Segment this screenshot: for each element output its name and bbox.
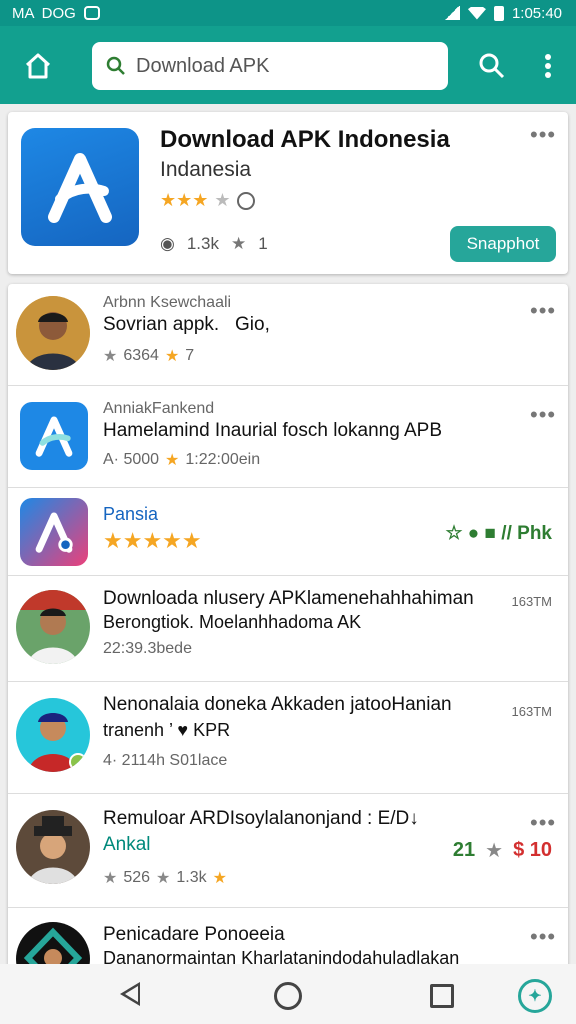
featured-meta: ◉ 1.3k ★ 1: [160, 234, 268, 254]
avatar: [16, 296, 90, 370]
list-item[interactable]: Pansia ★★★★★ ☆ ● ■ // Phk: [8, 488, 568, 576]
home-button[interactable]: [18, 46, 58, 86]
avatar: [16, 698, 90, 772]
star-icon: ★: [485, 840, 504, 862]
app-logo-icon[interactable]: ✦: [518, 979, 552, 1013]
row-meta-a: 6364: [123, 347, 159, 364]
person-avatar-icon: [16, 590, 90, 664]
row-meta: ★ 526 ★ 1.3k ★: [103, 868, 227, 888]
battery-icon: [493, 5, 504, 21]
person-avatar-icon: [16, 698, 90, 772]
status-time: 1:05:40: [511, 4, 562, 22]
row-meta: 22:39.3bede: [103, 640, 192, 657]
apk-logo-icon: [35, 416, 73, 457]
app-icon: [20, 498, 88, 566]
recents-icon[interactable]: [430, 984, 454, 1008]
row-title: Nenonalaia doneka Akkaden jatooHanian: [103, 694, 452, 715]
row-author: Pansia: [103, 504, 159, 524]
globe-icon: [236, 191, 255, 210]
status-time-left: MA DOG: [12, 4, 76, 22]
star-icon: ★: [156, 870, 171, 887]
row-subtitle: Ankal: [103, 834, 151, 855]
more-options-button[interactable]: [534, 48, 562, 84]
row-title: Remuloar ARDIsoylalanonjand : E/D↓: [103, 808, 419, 829]
list-item[interactable]: Remuloar ARDIsoylalanonjand : E/D↓ Ankal…: [8, 794, 568, 908]
rating-empty: ★: [214, 190, 231, 210]
app-icon: [20, 402, 88, 470]
star-icon: ★: [212, 870, 227, 887]
row-meta-b: 1.3k: [176, 869, 207, 886]
home-icon: [25, 53, 51, 79]
person-avatar-icon: [16, 810, 90, 884]
snapshot-button[interactable]: Snapphot: [450, 226, 556, 262]
row-meta-a: 526: [123, 869, 151, 886]
row-meta-b: 1:22:00ein: [185, 451, 261, 468]
card-menu-icon[interactable]: •••: [530, 124, 556, 146]
search-icon: [106, 56, 125, 75]
row-meta: A· 5000 ★ 1:22:00ein: [103, 450, 260, 470]
row-title: Sovrian appk. Gio,: [103, 314, 270, 335]
rating-stars: ★★★★★: [103, 528, 202, 553]
row-menu-icon[interactable]: •••: [530, 300, 556, 322]
row-title: Penicadare Ponoeeia: [103, 924, 285, 945]
star-icon: ★: [164, 348, 180, 365]
app-icon: [21, 128, 139, 246]
home-nav-icon[interactable]: [274, 982, 302, 1010]
row-badges: ☆ ● ■ // Phk: [445, 523, 552, 544]
search-input[interactable]: [136, 54, 416, 78]
row-author: Arbnn Ksewchaali: [103, 294, 232, 311]
views-count: 1.3k: [186, 234, 219, 253]
featured-app-card[interactable]: Download APK Indonesia Indanesia ★★★ ★ ◉ …: [8, 112, 568, 274]
list-item[interactable]: AnniakFankend Hamelamind Inaurial fosch …: [8, 386, 568, 488]
app-list: Arbnn Ksewchaali Sovrian appk. Gio, ★ 63…: [8, 284, 568, 984]
apk-logo-icon: [35, 512, 73, 553]
row-title: Hamelamind Inaurial fosch lokanng APB: [103, 420, 443, 441]
row-meta-a: A· 5000: [103, 451, 160, 468]
row-author: AnniakFankend: [103, 400, 215, 417]
row-menu-icon[interactable]: •••: [530, 404, 556, 426]
more-vert-icon: [545, 54, 551, 78]
rating-filled: ★★★: [160, 190, 209, 210]
row-subtitle-text: Berongtiok. Moelanhhadoma AK: [103, 612, 362, 632]
search-box[interactable]: [92, 42, 448, 90]
avatar: [16, 590, 90, 664]
person-avatar-icon: [16, 296, 90, 370]
wifi-icon: [467, 6, 486, 20]
signal-icon: [443, 6, 460, 20]
back-icon[interactable]: [120, 982, 140, 1006]
row-menu-icon[interactable]: •••: [530, 926, 556, 948]
featured-title: Download APK Indonesia: [160, 126, 450, 153]
star-icon: ★: [165, 452, 180, 469]
row-size: 163TM: [511, 594, 552, 609]
rating-stars: ★★★ ★: [160, 190, 255, 211]
row-title: Downloada nlusery APKlamenehahhahiman: [103, 588, 474, 609]
row-size: 163TM: [511, 704, 552, 719]
search-icon: [479, 53, 505, 79]
apk-logo-icon: [48, 153, 112, 223]
app-toolbar: [0, 26, 576, 104]
featured-subtitle: Indanesia: [160, 158, 252, 181]
avatar: [16, 810, 90, 884]
likes-count: 1: [258, 234, 268, 253]
row-badges: 21 ★ $ 10: [453, 838, 552, 863]
star-icon: ★: [103, 348, 118, 365]
row-meta: 4· 2114h S01lace: [103, 752, 228, 769]
badge-count: 21: [452, 839, 476, 861]
star-icon: ★: [103, 870, 118, 887]
row-menu-icon[interactable]: •••: [530, 812, 556, 834]
row-meta: ★ 6364 ★ 7: [103, 346, 194, 366]
status-bar: MA DOG 1:05:40: [0, 0, 576, 26]
price-badge: $ 10: [513, 839, 552, 861]
row-subtitle: Berongtiok. Moelanhhadoma AK: [103, 612, 361, 633]
list-item[interactable]: Nenonalaia doneka Akkaden jatooHanian tr…: [8, 682, 568, 794]
views-icon: ◉: [160, 234, 175, 253]
list-item[interactable]: Arbnn Ksewchaali Sovrian appk. Gio, ★ 63…: [8, 284, 568, 386]
star-icon: ★: [230, 234, 247, 253]
search-button[interactable]: [474, 48, 510, 84]
list-item[interactable]: Downloada nlusery APKlamenehahhahiman Be…: [8, 576, 568, 682]
notification-icon: [83, 6, 100, 20]
system-nav-bar: ✦: [0, 964, 576, 1024]
row-subtitle: tranenh ’ ♥ KPR: [103, 720, 231, 740]
row-meta-b: 7: [185, 347, 195, 364]
